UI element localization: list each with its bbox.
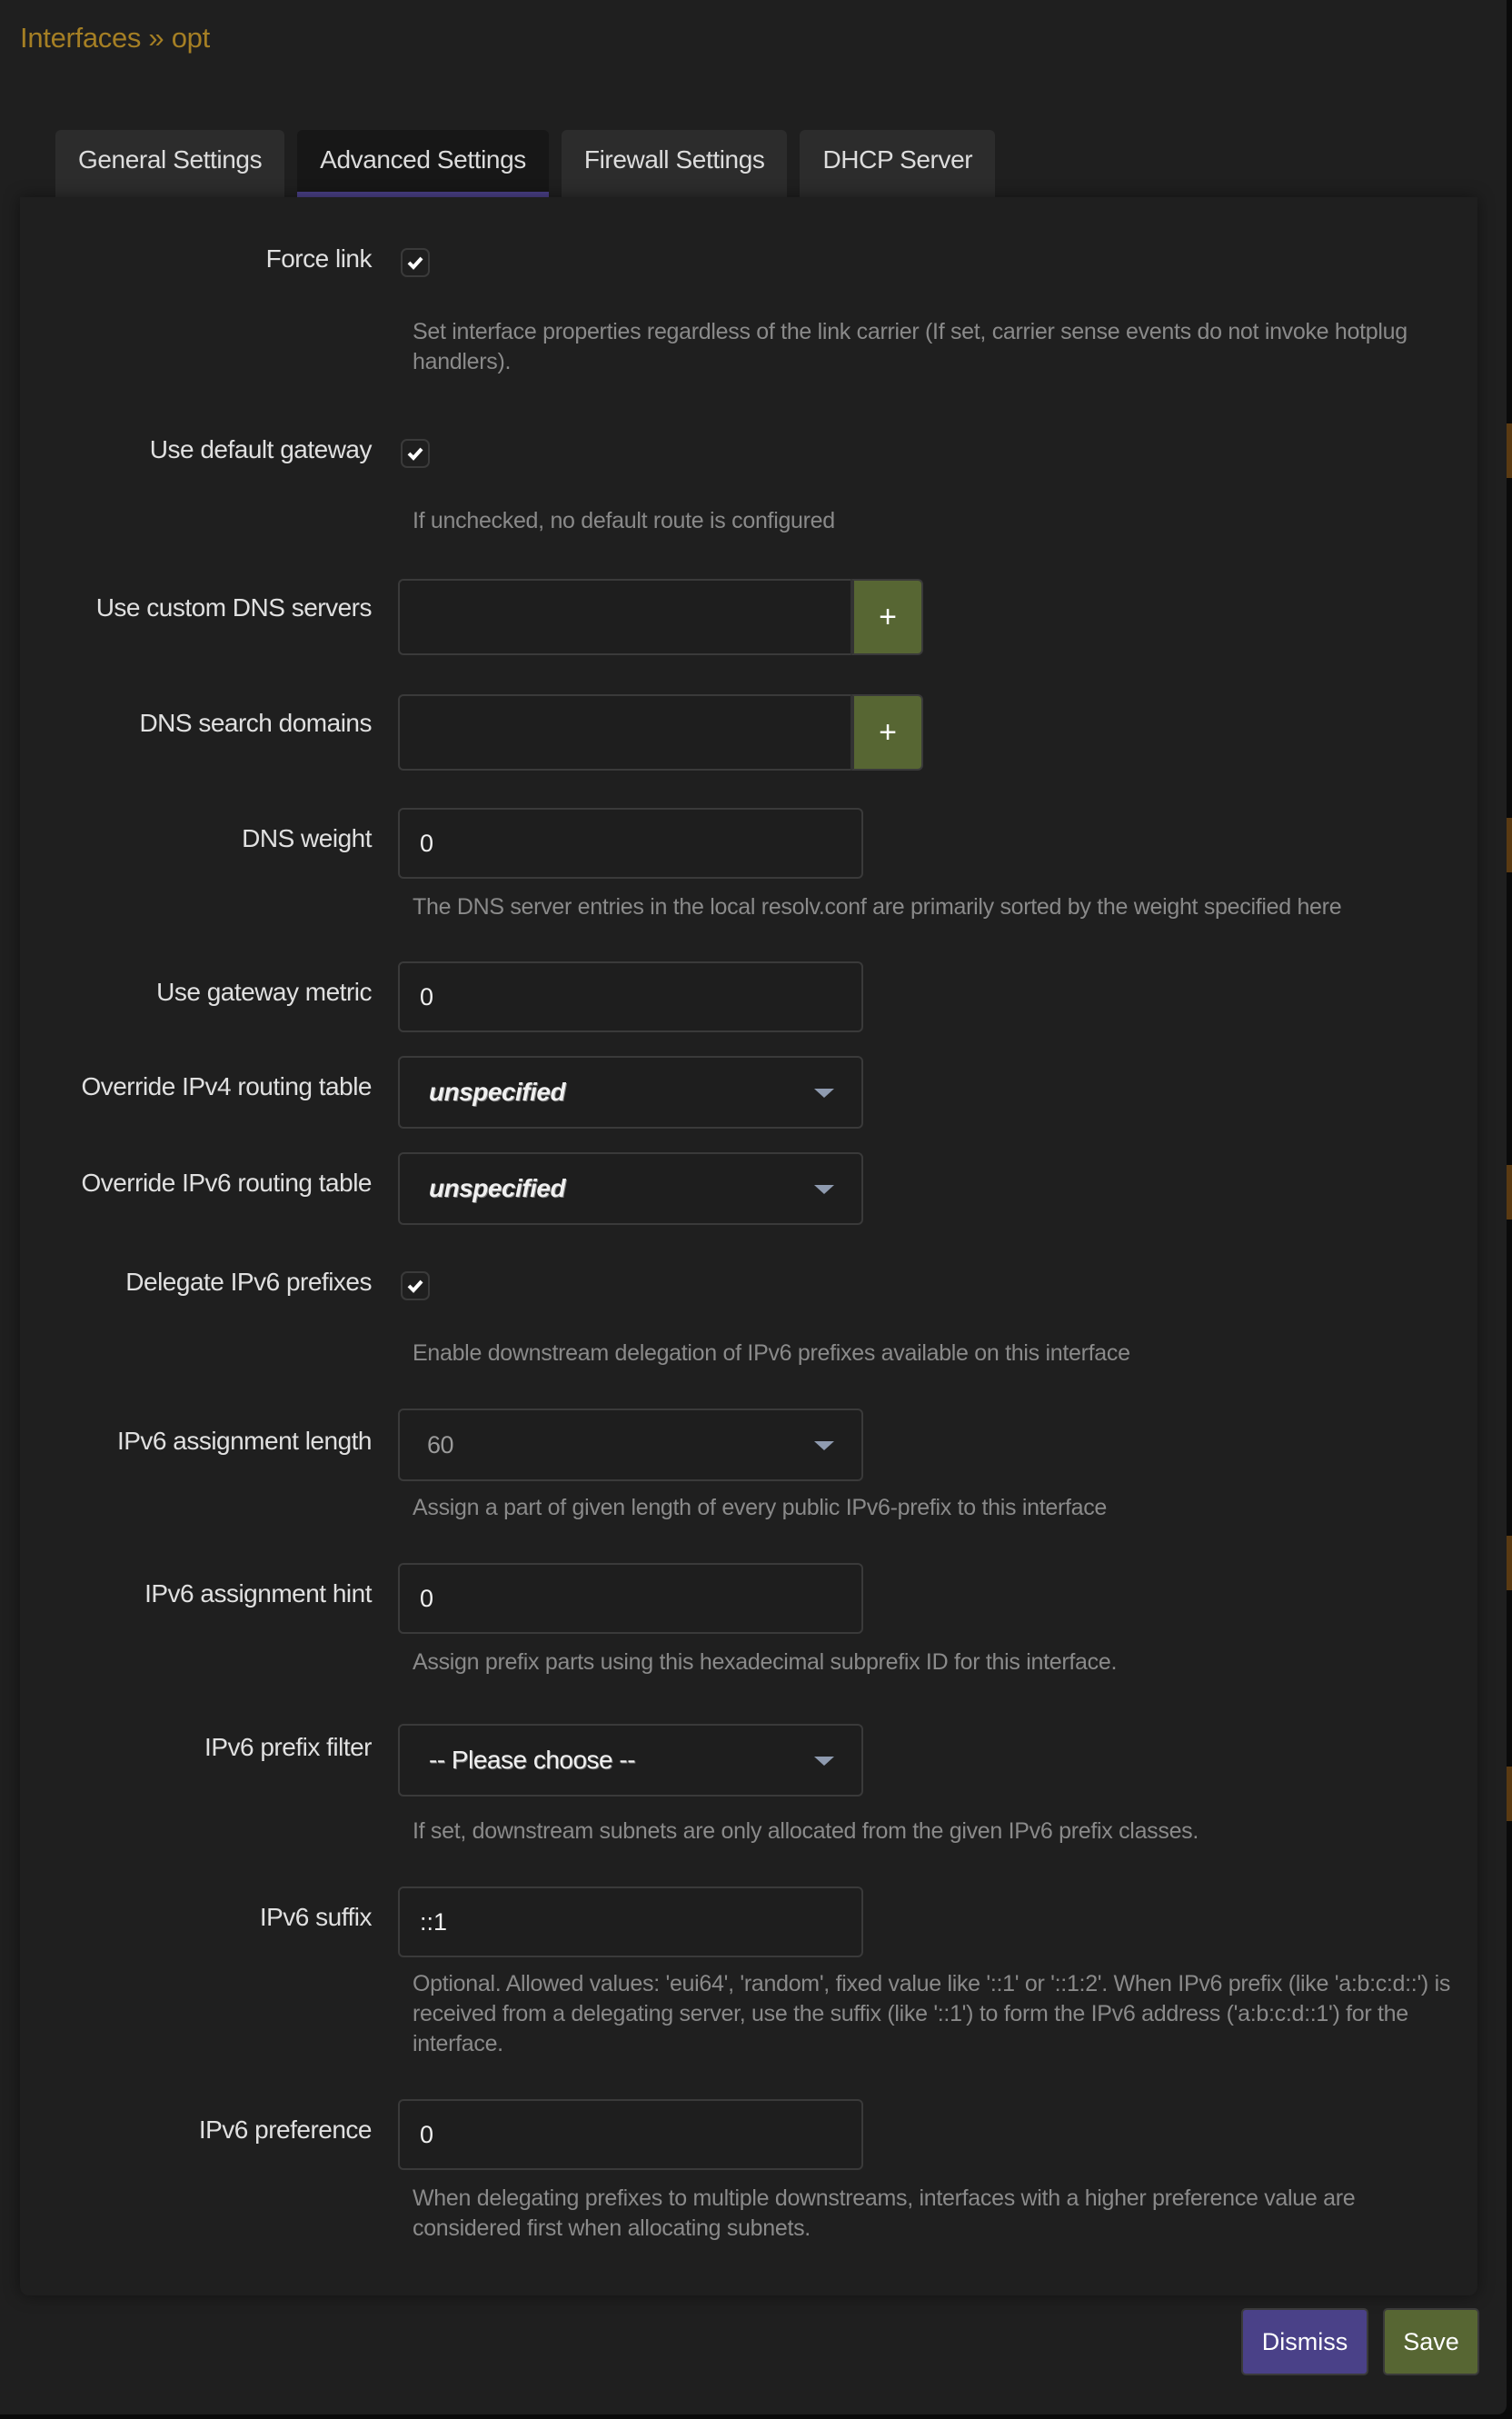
ipv6-prefix-filter-label: IPv6 prefix filter xyxy=(204,1733,372,1761)
default-gateway-hint: If unchecked, no default route is config… xyxy=(413,508,835,533)
checkmark-icon xyxy=(407,1279,423,1293)
delegate-ipv6-hint: Enable downstream delegation of IPv6 pre… xyxy=(413,1340,1130,1366)
tab-general-settings[interactable]: General Settings xyxy=(55,130,285,197)
ipv6-table-selected: unspecified xyxy=(429,1174,566,1202)
delegate-ipv6-label: Delegate IPv6 prefixes xyxy=(125,1268,372,1296)
ipv6-preference-input[interactable]: 0 xyxy=(398,2099,863,2170)
chevron-down-icon xyxy=(814,1441,834,1450)
ipv6-suffix-input[interactable]: ::1 xyxy=(398,1886,863,1957)
custom-dns-input[interactable] xyxy=(398,579,850,655)
checkmark-icon xyxy=(407,256,423,270)
default-gateway-checkbox[interactable] xyxy=(401,439,430,468)
dns-weight-label: DNS weight xyxy=(242,824,372,852)
tab-firewall-settings[interactable]: Firewall Settings xyxy=(561,130,788,197)
custom-dns-input-group: + xyxy=(398,579,923,655)
ipv6-assign-hint-input[interactable]: 0 xyxy=(398,1563,863,1634)
force-link-checkbox[interactable] xyxy=(401,248,430,277)
ipv6-prefix-filter-hint: If set, downstream subnets are only allo… xyxy=(413,1818,1199,1844)
dns-search-input-group: + xyxy=(398,694,923,771)
add-search-domain-button[interactable]: + xyxy=(850,694,923,771)
dns-weight-hint: The DNS server entries in the local reso… xyxy=(413,894,1342,920)
add-dns-server-button[interactable]: + xyxy=(850,579,923,655)
dns-search-input[interactable] xyxy=(398,694,850,771)
modal-title: Interfaces » opt xyxy=(20,22,210,54)
advanced-settings-panel: Force link Set interface properties rega… xyxy=(20,197,1477,2295)
ipv6-assign-hint-hint: Assign prefix parts using this hexadecim… xyxy=(413,1649,1118,1675)
ipv4-table-select[interactable]: unspecified xyxy=(398,1056,863,1129)
custom-dns-label: Use custom DNS servers xyxy=(95,593,373,622)
background-page-strip xyxy=(1507,1536,1512,1590)
ipv4-table-selected: unspecified xyxy=(429,1078,566,1106)
interface-modal: Interfaces » opt General Settings Advanc… xyxy=(0,0,1507,2414)
dns-weight-input[interactable]: 0 xyxy=(398,808,863,879)
ipv6-assign-length-label: IPv6 assignment length xyxy=(116,1427,373,1455)
chevron-down-icon xyxy=(814,1757,834,1766)
gateway-metric-input[interactable]: 0 xyxy=(398,961,863,1032)
chevron-down-icon xyxy=(814,1185,834,1194)
ipv6-prefix-filter-selected: -- Please choose -- xyxy=(429,1746,636,1774)
background-page-strip xyxy=(1507,423,1512,478)
dns-search-label: DNS search domains xyxy=(139,709,372,737)
gateway-metric-label: Use gateway metric xyxy=(156,978,372,1006)
chevron-down-icon xyxy=(814,1089,834,1098)
ipv6-assign-length-selected: 60 xyxy=(427,1430,454,1458)
ipv6-assign-length-hint: Assign a part of given length of every p… xyxy=(413,1495,1108,1520)
ipv6-suffix-hint: Optional. Allowed values: 'eui64', 'rand… xyxy=(413,1971,1451,2056)
dismiss-button[interactable]: Dismiss xyxy=(1241,2308,1368,2375)
ipv6-preference-label: IPv6 preference xyxy=(198,2115,373,2144)
delegate-ipv6-checkbox[interactable] xyxy=(401,1271,430,1300)
background-page-strip xyxy=(1507,818,1512,872)
force-link-hint: Set interface properties regardless of t… xyxy=(413,319,1408,374)
ipv6-table-select[interactable]: unspecified xyxy=(398,1152,863,1225)
ipv6-suffix-label: IPv6 suffix xyxy=(259,1903,373,1931)
checkmark-icon xyxy=(407,447,423,461)
tab-bar: General Settings Advanced Settings Firew… xyxy=(55,130,1008,197)
ipv6-table-label: Override IPv6 routing table xyxy=(81,1169,372,1197)
force-link-label: Force link xyxy=(265,244,373,273)
tab-advanced-settings[interactable]: Advanced Settings xyxy=(297,130,549,197)
plus-icon: + xyxy=(879,599,897,634)
save-button[interactable]: Save xyxy=(1383,2308,1479,2375)
background-page-strip xyxy=(1507,1165,1512,1219)
ipv6-prefix-filter-select[interactable]: -- Please choose -- xyxy=(398,1724,863,1797)
default-gateway-label: Use default gateway xyxy=(149,435,373,463)
background-page-strip xyxy=(1507,1767,1512,1821)
ipv4-table-label: Override IPv4 routing table xyxy=(81,1072,372,1100)
ipv6-assign-hint-label: IPv6 assignment hint xyxy=(144,1579,372,1608)
ipv6-preference-hint: When delegating prefixes to multiple dow… xyxy=(413,2185,1356,2241)
plus-icon: + xyxy=(879,714,897,750)
tab-dhcp-server[interactable]: DHCP Server xyxy=(800,130,996,197)
ipv6-assign-length-select[interactable]: 60 xyxy=(398,1409,863,1481)
